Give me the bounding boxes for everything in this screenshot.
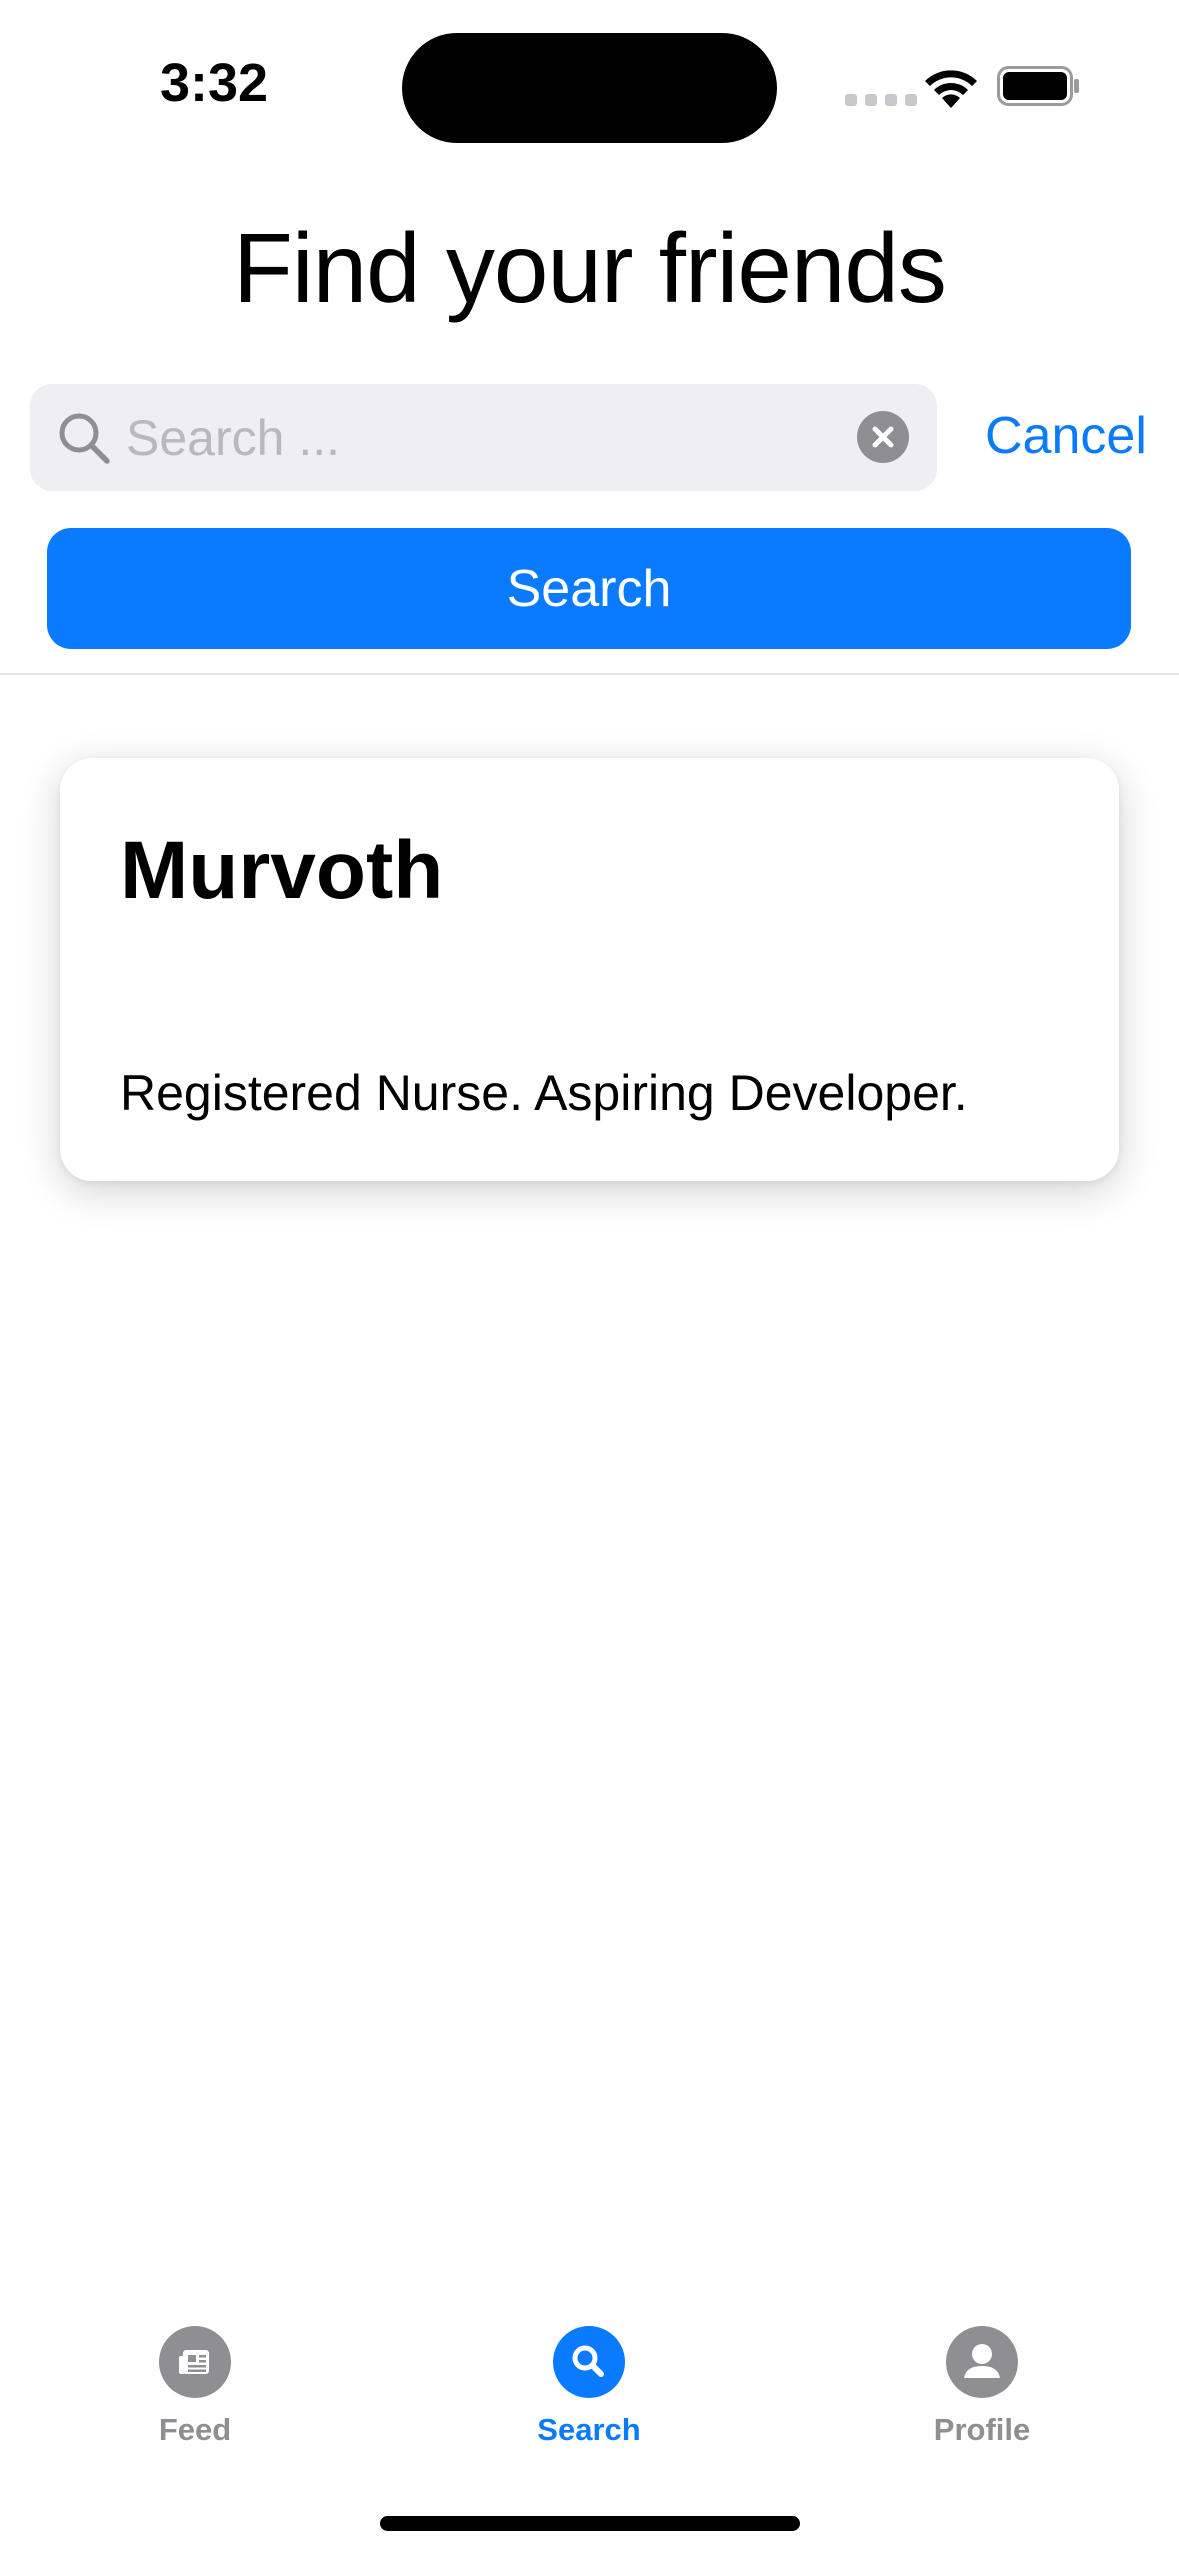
tab-search[interactable]: Search [469, 2326, 709, 2448]
search-button[interactable]: Search [47, 528, 1131, 649]
magnifying-glass-icon [553, 2326, 625, 2398]
search-screen: 3:32 Find your friends Cancel Search [0, 0, 1179, 2556]
cancel-button[interactable]: Cancel [985, 406, 1147, 466]
tab-search-label: Search [537, 2412, 641, 2447]
wifi-icon [925, 70, 977, 108]
tab-feed[interactable]: Feed [75, 2326, 315, 2448]
page-title: Find your friends [233, 213, 947, 323]
cellular-signal-icon [845, 94, 917, 106]
tab-feed-label: Feed [158, 2412, 232, 2447]
tab-profile-label: Profile [933, 2412, 1031, 2447]
newspaper-icon [159, 2326, 231, 2398]
person-icon [946, 2326, 1018, 2398]
dynamic-island [402, 33, 777, 143]
search-field[interactable] [30, 384, 937, 491]
divider [0, 673, 1179, 675]
result-card[interactable]: Murvoth Registered Nurse. Aspiring Devel… [60, 758, 1119, 1181]
search-input[interactable] [126, 400, 866, 475]
clear-search-icon[interactable] [857, 411, 909, 463]
status-time: 3:32 [160, 53, 269, 113]
tab-profile[interactable]: Profile [862, 2326, 1102, 2448]
battery-icon [997, 66, 1079, 106]
search-icon [59, 413, 110, 464]
result-bio: Registered Nurse. Aspiring Developer. [120, 1065, 968, 1121]
result-name: Murvoth [120, 825, 444, 916]
home-indicator[interactable] [380, 2516, 800, 2531]
